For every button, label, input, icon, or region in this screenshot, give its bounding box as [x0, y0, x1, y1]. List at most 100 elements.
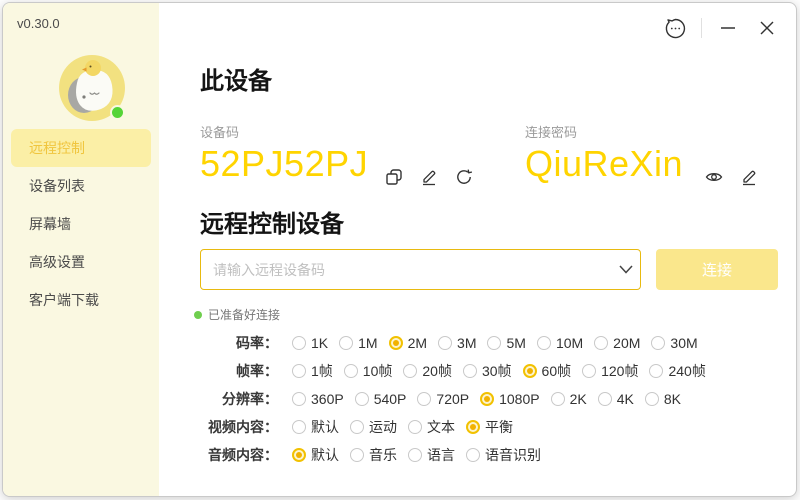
radio-icon[interactable]: [551, 392, 565, 406]
close-button[interactable]: [754, 15, 780, 41]
radio-option[interactable]: 10帧: [344, 361, 393, 381]
radio-icon[interactable]: [389, 336, 403, 350]
radio-option[interactable]: 3M: [438, 335, 476, 351]
radio-icon[interactable]: [292, 336, 306, 350]
radio-option[interactable]: 1帧: [292, 361, 333, 381]
radio-icon[interactable]: [292, 420, 306, 434]
radio-option-label: 运动: [369, 417, 397, 437]
edit-icon[interactable]: [419, 167, 439, 187]
sidebar-item[interactable]: 设备列表: [3, 167, 159, 205]
connect-button[interactable]: 连接: [656, 249, 778, 290]
sidebar-item[interactable]: 客户端下载: [3, 281, 159, 319]
radio-option[interactable]: 2K: [551, 391, 587, 407]
radio-option[interactable]: 1K: [292, 335, 328, 351]
radio-option[interactable]: 1M: [339, 335, 377, 351]
radio-icon[interactable]: [350, 448, 364, 462]
radio-option-label: 默认: [311, 417, 339, 437]
radio-icon[interactable]: [594, 336, 608, 350]
radio-option[interactable]: 240帧: [649, 361, 705, 381]
radio-option[interactable]: 540P: [355, 391, 407, 407]
radio-icon[interactable]: [487, 336, 501, 350]
radio-option[interactable]: 语言: [408, 445, 455, 465]
radio-icon[interactable]: [480, 392, 494, 406]
sidebar-item[interactable]: 远程控制: [11, 129, 151, 167]
radio-option[interactable]: 运动: [350, 417, 397, 437]
edit-icon[interactable]: [739, 167, 759, 187]
refresh-icon[interactable]: [454, 167, 474, 187]
radio-icon[interactable]: [355, 392, 369, 406]
radio-icon[interactable]: [582, 364, 596, 378]
radio-option[interactable]: 5M: [487, 335, 525, 351]
radio-option[interactable]: 20M: [594, 335, 640, 351]
radio-option[interactable]: 360P: [292, 391, 344, 407]
radio-option[interactable]: 1080P: [480, 391, 539, 407]
setting-row-label: 分辨率：: [200, 389, 278, 409]
radio-option[interactable]: 默认: [292, 445, 339, 465]
setting-row: 帧率： 1帧 10帧 20帧 30帧 60帧 120帧 240帧: [200, 357, 717, 385]
radio-icon[interactable]: [466, 448, 480, 462]
chevron-down-icon[interactable]: [612, 265, 640, 274]
radio-icon[interactable]: [645, 392, 659, 406]
radio-icon[interactable]: [408, 420, 422, 434]
radio-option-label: 10帧: [363, 361, 393, 381]
radio-option-label: 20帧: [422, 361, 452, 381]
radio-option[interactable]: 音乐: [350, 445, 397, 465]
feedback-icon[interactable]: [662, 15, 688, 41]
radio-icon[interactable]: [339, 336, 353, 350]
radio-group: 默认 运动 文本平衡: [292, 417, 524, 437]
setting-row-label: 视频内容：: [200, 417, 278, 437]
device-code-actions: [384, 167, 474, 187]
status-text: 已准备好连接: [208, 306, 280, 323]
radio-option[interactable]: 30M: [651, 335, 697, 351]
radio-option-label: 60帧: [542, 361, 572, 381]
remote-device-code-input[interactable]: [201, 250, 612, 289]
avatar[interactable]: [57, 53, 127, 123]
radio-option[interactable]: 10M: [537, 335, 583, 351]
radio-option[interactable]: 720P: [417, 391, 469, 407]
radio-option[interactable]: 平衡: [466, 417, 513, 437]
radio-icon[interactable]: [408, 448, 422, 462]
radio-option-label: 1M: [358, 335, 377, 351]
sidebar-menu: 远程控制设备列表屏幕墙高级设置客户端下载: [3, 129, 159, 319]
sidebar: v0.30.0 远程控制设备列表屏幕墙高级设置客户端下载: [3, 3, 159, 496]
radio-icon[interactable]: [463, 364, 477, 378]
radio-option-label: 文本: [427, 417, 455, 437]
radio-icon[interactable]: [523, 364, 537, 378]
radio-option[interactable]: 4K: [598, 391, 634, 407]
setting-row-label: 音频内容：: [200, 445, 278, 465]
radio-icon[interactable]: [649, 364, 663, 378]
stream-settings: 码率：1K1M2M3M5M10M20M30M帧率：1帧10帧20帧30帧60帧1…: [200, 329, 717, 469]
radio-option[interactable]: 语音识别: [466, 445, 541, 465]
radio-option[interactable]: 20帧: [403, 361, 452, 381]
copy-icon[interactable]: [384, 167, 404, 187]
radio-option[interactable]: 120帧: [582, 361, 638, 381]
radio-option[interactable]: 30帧: [463, 361, 512, 381]
sidebar-item[interactable]: 高级设置: [3, 243, 159, 281]
radio-icon[interactable]: [537, 336, 551, 350]
radio-option-label: 语音识别: [485, 445, 541, 465]
minimize-button[interactable]: [715, 15, 741, 41]
radio-icon[interactable]: [292, 364, 306, 378]
sidebar-item[interactable]: 屏幕墙: [3, 205, 159, 243]
radio-option[interactable]: 2M: [389, 335, 427, 351]
radio-icon[interactable]: [292, 392, 306, 406]
radio-option-label: 1080P: [499, 391, 539, 407]
radio-icon[interactable]: [466, 420, 480, 434]
radio-group: 1帧 10帧 20帧 30帧 60帧 120帧 240帧: [292, 361, 717, 381]
radio-option-label: 音乐: [369, 445, 397, 465]
radio-icon[interactable]: [598, 392, 612, 406]
eye-icon[interactable]: [704, 167, 724, 187]
radio-icon[interactable]: [344, 364, 358, 378]
radio-option[interactable]: 文本: [408, 417, 455, 437]
radio-option-label: 1帧: [311, 361, 333, 381]
radio-icon[interactable]: [292, 448, 306, 462]
radio-icon[interactable]: [438, 336, 452, 350]
radio-icon[interactable]: [403, 364, 417, 378]
radio-icon[interactable]: [417, 392, 431, 406]
radio-icon[interactable]: [350, 420, 364, 434]
radio-option[interactable]: 60帧: [523, 361, 572, 381]
radio-option[interactable]: 8K: [645, 391, 681, 407]
setting-row-label: 帧率：: [200, 361, 278, 381]
radio-option[interactable]: 默认: [292, 417, 339, 437]
radio-icon[interactable]: [651, 336, 665, 350]
